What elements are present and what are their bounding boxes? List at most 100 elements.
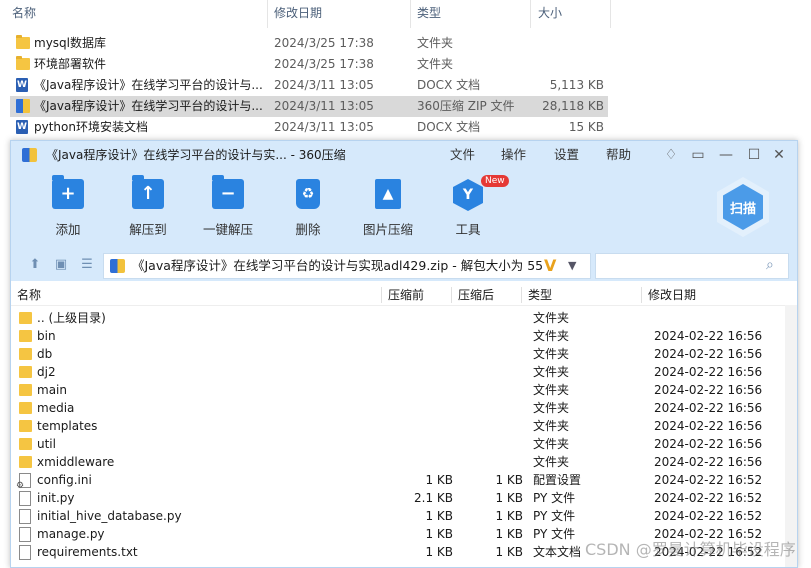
window-title: 《Java程序设计》在线学习平台的设计与实... - 360压缩 <box>46 148 346 162</box>
file-name: init.py <box>37 491 75 505</box>
image-compress-label: 图片压缩 <box>362 222 413 237</box>
zip-app-icon <box>22 148 37 162</box>
one-click-extract-button[interactable]: − 一键解压 <box>183 175 273 245</box>
column-divider[interactable] <box>410 0 411 28</box>
column-header-type[interactable]: 类型 <box>417 0 441 28</box>
one-click-label: 一键解压 <box>202 222 253 237</box>
close-icon[interactable]: ✕ <box>770 146 788 164</box>
minimize-icon[interactable]: — <box>717 146 735 164</box>
explorer-row[interactable]: W python环境安装文档 2024/3/11 13:05 DOCX 文档 1… <box>10 117 608 138</box>
column-date[interactable]: 修改日期 <box>648 285 696 305</box>
column-compressed[interactable]: 压缩前 <box>388 285 424 305</box>
folder-icon <box>19 312 32 324</box>
address-field[interactable]: 《Java程序设计》在线学习平台的设计与实现adl429.zip - 解包大小为… <box>103 253 591 279</box>
file-row[interactable]: init.py 2.1 KB 1 KB PY 文件 2024-02-22 16:52 <box>11 489 785 507</box>
file-row[interactable]: media 文件夹 2024-02-22 16:56 <box>11 399 785 417</box>
column-type[interactable]: 类型 <box>528 285 552 305</box>
file-type: DOCX 文档 <box>417 120 481 134</box>
maximize-icon[interactable]: ☐ <box>745 146 763 164</box>
file-name: util <box>37 437 56 451</box>
file-row[interactable]: util 文件夹 2024-02-22 16:56 <box>11 435 785 453</box>
file-name: python环境安装文档 <box>34 120 148 134</box>
delete-button[interactable]: ♻ 删除 <box>263 175 353 245</box>
folder-icon <box>16 35 30 49</box>
folder-icon <box>16 56 30 70</box>
file-size: 5,113 KB <box>549 78 604 92</box>
column-divider[interactable] <box>381 287 382 303</box>
thumbnail-view-icon[interactable]: ▣ <box>53 257 69 273</box>
menu-file[interactable]: 文件 <box>450 141 475 169</box>
menu-ops[interactable]: 操作 <box>501 141 526 169</box>
file-row[interactable]: .. (上级目录) 文件夹 <box>11 309 785 327</box>
column-divider[interactable] <box>451 287 452 303</box>
file-type: 配置设置 <box>533 473 582 487</box>
column-header-size[interactable]: 大小 <box>538 0 562 28</box>
file-type: PY 文件 <box>533 491 576 505</box>
title-bar[interactable]: 《Java程序设计》在线学习平台的设计与实... - 360压缩 文件 操作 设… <box>11 141 797 169</box>
search-input[interactable]: ⌕ <box>595 253 789 279</box>
file-row[interactable]: main 文件夹 2024-02-22 16:56 <box>11 381 785 399</box>
feedback-icon[interactable]: ▭ <box>689 146 707 164</box>
explorer-row-selected[interactable]: 《Java程序设计》在线学习平台的设计与... 2024/3/11 13:05 … <box>10 96 608 117</box>
search-icon[interactable]: ⌕ <box>766 257 782 273</box>
file-compressed-size: 2.1 KB <box>414 491 453 505</box>
explorer-row[interactable]: W 《Java程序设计》在线学习平台的设计与... 2024/3/11 13:0… <box>10 75 608 96</box>
file-name: dj2 <box>37 365 56 379</box>
file-name: xmiddleware <box>37 455 115 469</box>
column-original[interactable]: 压缩后 <box>458 285 494 305</box>
skin-icon[interactable]: ♢ <box>662 146 680 164</box>
tools-button[interactable]: Y New 工具 <box>423 175 513 245</box>
zip-window: 《Java程序设计》在线学习平台的设计与实... - 360压缩 文件 操作 设… <box>10 140 798 568</box>
column-divider[interactable] <box>521 287 522 303</box>
scan-button[interactable]: 扫描 <box>717 177 769 237</box>
column-divider[interactable] <box>530 0 531 28</box>
file-row[interactable]: initial_hive_database.py 1 KB 1 KB PY 文件 202… <box>11 507 785 525</box>
add-button[interactable]: + 添加 <box>23 175 113 245</box>
file-date: 2024-02-22 16:56 <box>654 383 763 397</box>
file-date: 2024/3/25 17:38 <box>274 57 374 71</box>
explorer-row[interactable]: 环境部署软件 2024/3/25 17:38 文件夹 <box>10 54 608 75</box>
add-folder-icon: + <box>52 175 84 209</box>
file-date: 2024-02-22 16:56 <box>654 455 763 469</box>
column-name[interactable]: 名称 <box>17 285 41 305</box>
menu-settings[interactable]: 设置 <box>554 141 579 169</box>
explorer-row[interactable]: mysql数据库 2024/3/25 17:38 文件夹 <box>10 33 608 54</box>
column-divider[interactable] <box>267 0 268 28</box>
file-row[interactable]: dj2 文件夹 2024-02-22 16:56 <box>11 363 785 381</box>
file-original-size: 1 KB <box>495 491 523 505</box>
image-compress-button[interactable]: ▲ 图片压缩 <box>343 175 433 245</box>
vertical-scrollbar[interactable] <box>785 305 797 567</box>
file-name: manage.py <box>37 527 105 541</box>
file-row[interactable]: templates 文件夹 2024-02-22 16:56 <box>11 417 785 435</box>
zip-archive-icon <box>16 99 30 113</box>
trash-icon: ♻ <box>296 179 320 209</box>
folder-icon <box>19 402 32 414</box>
file-size: 15 KB <box>568 120 604 134</box>
chevron-down-icon[interactable]: ▼ <box>568 256 576 276</box>
config-file-icon <box>16 473 31 495</box>
file-type: 文件夹 <box>533 419 570 433</box>
column-header-date[interactable]: 修改日期 <box>274 0 322 28</box>
file-row[interactable]: db 文件夹 2024-02-22 16:56 <box>11 345 785 363</box>
column-divider[interactable] <box>610 0 611 28</box>
column-divider[interactable] <box>641 287 642 303</box>
file-icon <box>19 509 31 524</box>
word-doc-icon: W <box>16 78 28 92</box>
menu-help[interactable]: 帮助 <box>606 141 631 169</box>
list-view-icon[interactable]: ☰ <box>79 257 95 273</box>
file-date: 2024/3/11 13:05 <box>274 78 374 92</box>
file-row[interactable]: xmiddleware 文件夹 2024-02-22 16:56 <box>11 453 785 471</box>
file-row[interactable]: config.ini 1 KB 1 KB 配置设置 2024-02-22 16:52 <box>11 471 785 495</box>
column-header-name[interactable]: 名称 <box>12 0 36 28</box>
file-compressed-size: 1 KB <box>425 527 453 541</box>
file-type: 文件夹 <box>417 36 454 50</box>
file-explorer: 名称 ⌃ 修改日期 类型 大小 mysql数据库 2024/3/25 17:38… <box>0 0 811 140</box>
extract-to-button[interactable]: ↑ 解压到 <box>103 175 193 245</box>
up-arrow-icon[interactable]: ⬆ <box>27 257 43 273</box>
file-type: PY 文件 <box>533 527 576 541</box>
extract-folder-icon: ↑ <box>132 175 164 209</box>
word-doc-icon: W <box>16 120 28 134</box>
file-row[interactable]: bin 文件夹 2024-02-22 16:56 <box>11 327 785 345</box>
tools-label: 工具 <box>455 222 481 237</box>
file-date: 2024-02-22 16:56 <box>654 347 763 361</box>
